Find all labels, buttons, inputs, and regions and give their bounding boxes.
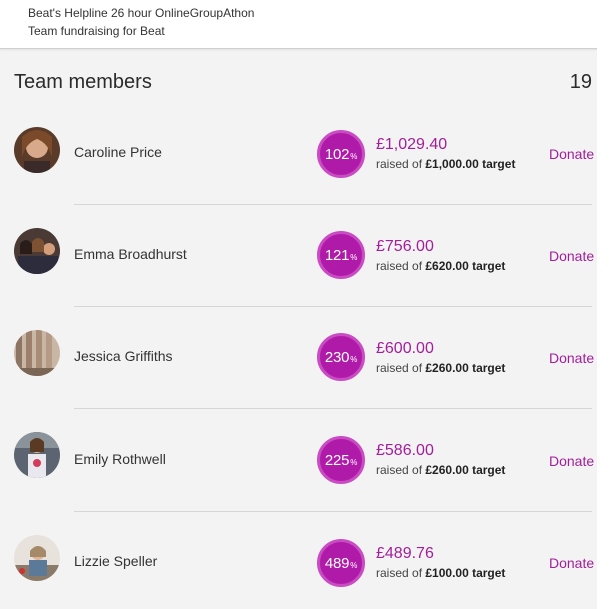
team-members-heading: Team members (14, 71, 152, 93)
amount-raised: £489.76 (376, 545, 434, 562)
progress-badge: 230% (317, 333, 365, 381)
amount-raised: £586.00 (376, 442, 434, 459)
member-row: Lizzie Speller 489% £489.76 raised of £1… (0, 511, 597, 609)
avatar[interactable] (14, 432, 60, 478)
member-row: Emily Rothwell 225% £586.00 raised of £2… (0, 408, 597, 512)
amount-raised: £600.00 (376, 340, 434, 357)
member-name[interactable]: Caroline Price (74, 144, 162, 160)
target-amount: £1,000.00 target (425, 157, 516, 171)
donate-button[interactable]: Donate (549, 248, 594, 264)
page-scrollbar[interactable] (597, 0, 612, 609)
raised-of-label: raised of (376, 361, 423, 375)
campaign-subtitle: Team fundraising for Beat (28, 24, 165, 38)
percent-sign: % (350, 354, 358, 364)
progress-percent: 225 (324, 451, 350, 469)
progress-percent: 102 (324, 145, 350, 163)
avatar-photo (14, 432, 60, 478)
member-row: Emma Broadhurst 121% £756.00 raised of £… (0, 204, 597, 307)
raised-of-label: raised of (376, 566, 423, 580)
target-amount: £620.00 target (425, 259, 506, 273)
target-amount: £100.00 target (425, 566, 506, 580)
member-name[interactable]: Emma Broadhurst (74, 246, 187, 262)
progress-badge: 102% (317, 130, 365, 178)
donate-button[interactable]: Donate (549, 350, 594, 366)
campaign-title[interactable]: Beat's Helpline 26 hour OnlineGroupAthon (28, 6, 254, 20)
target-text: raised of £260.00 target (376, 361, 505, 375)
raised-of-label: raised of (376, 463, 423, 477)
percent-sign: % (350, 560, 358, 570)
member-name[interactable]: Jessica Griffiths (74, 348, 173, 364)
amount-raised: £756.00 (376, 238, 434, 255)
avatar[interactable] (14, 127, 60, 173)
member-name[interactable]: Emily Rothwell (74, 451, 166, 467)
target-text: raised of £1,000.00 target (376, 157, 515, 171)
avatar[interactable] (14, 228, 60, 274)
team-members-count: 19 (569, 71, 592, 93)
avatar-photo (14, 127, 60, 173)
avatar[interactable] (14, 535, 60, 581)
percent-sign: % (350, 457, 358, 467)
avatar-photo (14, 330, 60, 376)
member-row: Jessica Griffiths 230% £600.00 raised of… (0, 306, 597, 409)
donate-button[interactable]: Donate (549, 555, 594, 571)
raised-of-label: raised of (376, 259, 423, 273)
percent-sign: % (350, 252, 358, 262)
member-row: Caroline Price 102% £1,029.40 raised of … (0, 102, 597, 205)
progress-badge: 489% (317, 539, 365, 587)
progress-percent: 230 (324, 348, 350, 366)
target-text: raised of £260.00 target (376, 463, 505, 477)
target-text: raised of £100.00 target (376, 566, 505, 580)
avatar[interactable] (14, 330, 60, 376)
percent-sign: % (350, 151, 358, 161)
progress-percent: 489 (324, 554, 350, 572)
target-text: raised of £620.00 target (376, 259, 505, 273)
progress-percent: 121 (324, 246, 350, 264)
progress-badge: 121% (317, 231, 365, 279)
progress-badge: 225% (317, 436, 365, 484)
amount-raised: £1,029.40 (376, 136, 448, 153)
target-amount: £260.00 target (425, 361, 506, 375)
donate-button[interactable]: Donate (549, 453, 594, 469)
avatar-photo (14, 228, 60, 274)
member-name[interactable]: Lizzie Speller (74, 553, 157, 569)
target-amount: £260.00 target (425, 463, 506, 477)
raised-of-label: raised of (376, 157, 423, 171)
campaign-header: Beat's Helpline 26 hour OnlineGroupAthon… (0, 0, 597, 49)
donate-button[interactable]: Donate (549, 146, 594, 162)
avatar-photo (14, 535, 60, 581)
